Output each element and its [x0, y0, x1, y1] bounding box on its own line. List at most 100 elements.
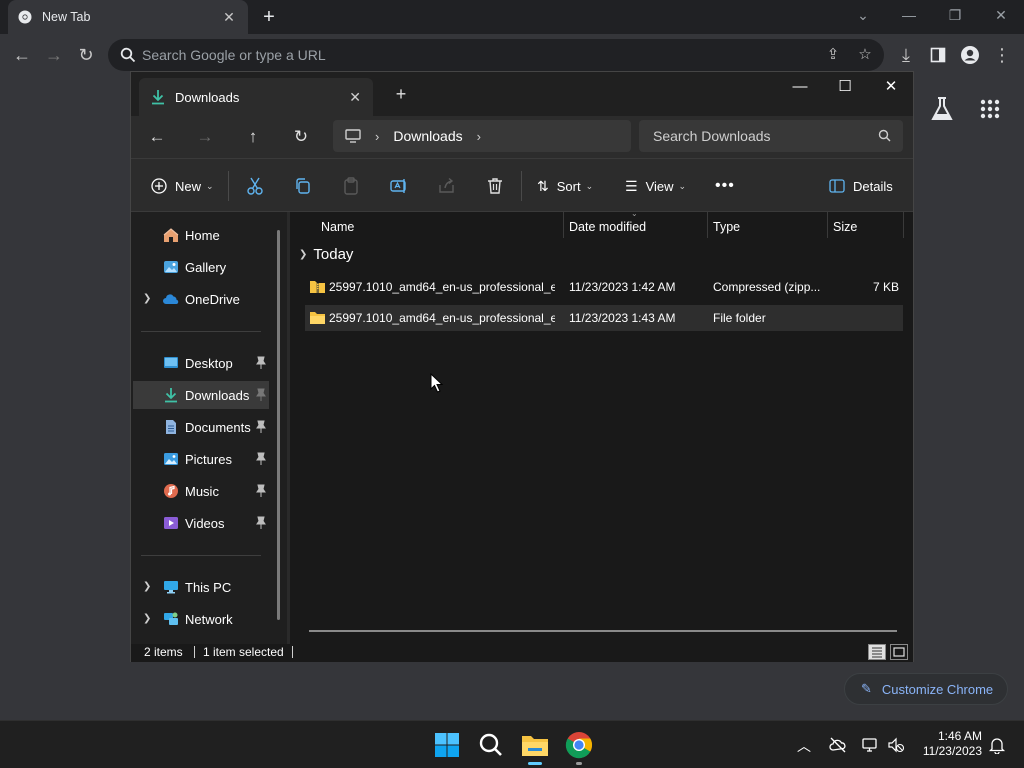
nav-item-this-pc[interactable]: ❯ This PC — [133, 573, 269, 601]
gallery-icon — [164, 261, 178, 273]
onedrive-offline-icon[interactable] — [829, 736, 847, 754]
system-clock[interactable]: 1:46 AM 11/23/2023 — [916, 729, 982, 759]
explorer-up-button[interactable]: ↑ — [241, 126, 265, 148]
new-tab-button[interactable]: + — [258, 6, 280, 28]
back-button[interactable]: ← — [10, 43, 34, 67]
explorer-tab-downloads[interactable]: Downloads ✕ — [139, 78, 373, 116]
column-header-name[interactable]: Name — [315, 212, 563, 242]
chevron-up-icon[interactable]: ︿ — [797, 736, 815, 754]
pin-icon[interactable] — [255, 484, 267, 498]
side-panel-icon[interactable] — [926, 43, 950, 67]
breadcrumb-chevron-icon[interactable]: › — [375, 129, 379, 144]
pane-splitter[interactable] — [287, 212, 290, 644]
volume-muted-icon[interactable] — [887, 736, 905, 754]
restore-button[interactable]: ❐ — [943, 6, 967, 24]
network-ethernet-icon[interactable] — [861, 736, 879, 754]
details-button-label: Details — [853, 178, 893, 194]
breadcrumb-chevron-icon[interactable]: › — [477, 129, 481, 144]
cut-scissors-icon[interactable] — [245, 176, 265, 196]
nav-item-videos[interactable]: Videos — [133, 509, 269, 537]
file-date: 11/23/2023 1:43 AM — [569, 311, 676, 325]
google-apps-icon[interactable] — [980, 99, 1000, 119]
forward-button[interactable]: → — [42, 43, 66, 67]
download-icon[interactable]: ⤓ — [894, 43, 918, 67]
column-header-size[interactable]: Size — [827, 212, 903, 242]
chrome-app-icon[interactable] — [563, 729, 595, 761]
details-view-toggle[interactable] — [868, 644, 886, 660]
nav-item-documents[interactable]: Documents — [133, 413, 269, 441]
nav-item-gallery[interactable]: Gallery — [133, 253, 269, 281]
pictures-icon — [164, 453, 178, 465]
omnibox[interactable]: ⇪ ☆ — [108, 39, 884, 71]
navigation-pane: Home Gallery ❯ OneDrive Desktop Download… — [131, 212, 287, 644]
details-pane-button[interactable]: Details — [829, 174, 893, 198]
documents-icon — [166, 420, 176, 434]
reload-button[interactable]: ↻ — [74, 43, 98, 67]
nav-item-downloads[interactable]: Downloads — [133, 381, 269, 409]
pin-icon[interactable] — [255, 516, 267, 530]
table-row[interactable]: 25997.1010_amd64_en-us_professional_e...… — [305, 274, 903, 300]
nav-item-home[interactable]: Home — [133, 221, 269, 249]
windows-start-icon[interactable] — [431, 729, 463, 761]
close-icon[interactable]: ✕ — [349, 89, 361, 106]
chevron-right-icon[interactable]: ❯ — [143, 613, 151, 624]
chrome-tab-new-tab[interactable]: New Tab ✕ — [8, 0, 248, 34]
file-explorer-icon[interactable] — [519, 729, 551, 761]
customize-chrome-button[interactable]: ✎ Customize Chrome — [844, 673, 1008, 705]
nav-item-desktop[interactable]: Desktop — [133, 349, 269, 377]
explorer-new-tab-button[interactable]: + — [391, 84, 411, 104]
explorer-back-button[interactable]: ← — [145, 126, 169, 148]
chevron-right-icon[interactable]: ❯ — [143, 581, 151, 592]
pin-icon[interactable] — [255, 420, 267, 434]
explorer-maximize-button[interactable]: ☐ — [830, 76, 860, 98]
column-header-type[interactable]: Type — [707, 212, 827, 242]
rename-icon[interactable] — [389, 176, 409, 196]
group-header-today[interactable]: ❯ Today — [299, 246, 353, 263]
nav-item-music[interactable]: Music — [133, 477, 269, 505]
bookmark-star-icon[interactable]: ☆ — [856, 46, 874, 64]
copy-icon[interactable] — [293, 176, 313, 196]
more-menu-icon[interactable]: ⋮ — [990, 43, 1014, 67]
explorer-search-box[interactable] — [639, 120, 903, 152]
pin-icon[interactable] — [255, 452, 267, 466]
breadcrumb[interactable]: › Downloads › — [333, 120, 631, 152]
large-icons-view-toggle[interactable] — [890, 644, 908, 660]
explorer-refresh-button[interactable]: ↻ — [289, 126, 313, 148]
nav-item-onedrive[interactable]: ❯ OneDrive — [133, 285, 269, 313]
paste-icon[interactable] — [341, 176, 361, 196]
chevron-right-icon[interactable]: ❯ — [143, 293, 151, 304]
nav-item-network[interactable]: ❯ Network — [133, 605, 269, 633]
nav-pane-scrollbar[interactable] — [277, 230, 280, 620]
close-icon[interactable]: ✕ — [220, 9, 238, 26]
sort-button[interactable]: ⇅ Sort ⌄ — [537, 174, 593, 198]
pencil-icon: ✎ — [861, 681, 872, 696]
explorer-search-input[interactable] — [653, 120, 863, 152]
notification-bell-icon[interactable] — [988, 736, 1006, 754]
view-button[interactable]: ☰ View ⌄ — [625, 174, 686, 198]
new-button[interactable]: New ⌄ — [151, 174, 214, 198]
column-header-date-modified[interactable]: Date modified — [563, 212, 707, 242]
explorer-close-button[interactable]: ✕ — [876, 76, 906, 98]
explorer-minimize-button[interactable]: — — [785, 76, 815, 98]
pin-icon[interactable] — [255, 388, 267, 402]
column-divider[interactable] — [903, 212, 904, 238]
share-icon[interactable] — [437, 176, 457, 196]
table-row[interactable]: 25997.1010_amd64_en-us_professional_e...… — [305, 305, 903, 331]
omnibox-input[interactable] — [142, 39, 792, 71]
horizontal-scrollbar[interactable] — [309, 630, 897, 632]
labs-flask-icon[interactable] — [930, 96, 954, 122]
search-icon[interactable] — [475, 729, 507, 761]
breadcrumb-downloads[interactable]: Downloads — [393, 128, 462, 144]
more-options-icon[interactable]: ••• — [715, 174, 735, 198]
chevron-down-icon: ⌄ — [206, 180, 214, 191]
minimize-button[interactable]: — — [897, 6, 921, 24]
share-icon[interactable]: ⇪ — [824, 46, 842, 64]
tab-search-icon[interactable]: ⌄ — [851, 6, 875, 24]
explorer-forward-button[interactable]: → — [193, 126, 217, 148]
nav-item-pictures[interactable]: Pictures — [133, 445, 269, 473]
profile-avatar-icon[interactable] — [958, 43, 982, 67]
chevron-down-icon[interactable]: ❯ — [299, 249, 307, 260]
delete-trash-icon[interactable] — [485, 176, 505, 196]
pin-icon[interactable] — [255, 356, 267, 370]
close-window-button[interactable]: ✕ — [989, 6, 1013, 24]
